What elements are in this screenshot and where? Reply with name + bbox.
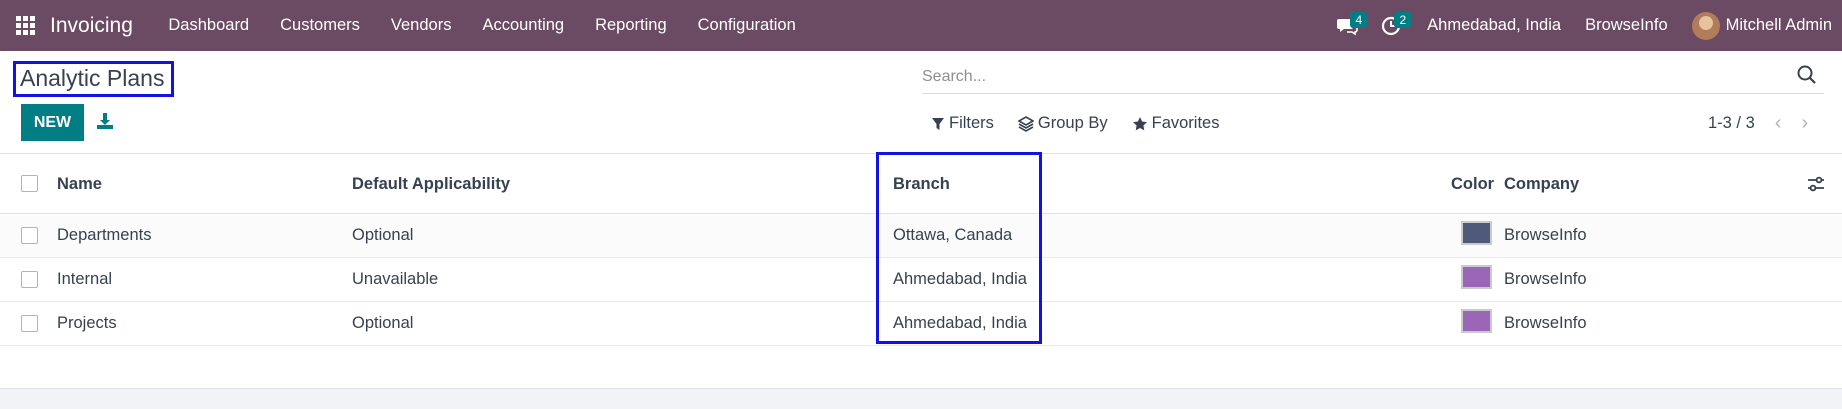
menu-accounting[interactable]: Accounting bbox=[467, 16, 580, 35]
activities-button[interactable]: 2 bbox=[1371, 0, 1412, 51]
column-company[interactable]: Company bbox=[1504, 175, 1579, 194]
pager-next-icon[interactable]: › bbox=[1801, 112, 1808, 135]
table-row[interactable]: Departments Optional Ottawa, Canada Brow… bbox=[0, 214, 1842, 258]
color-swatch bbox=[1461, 265, 1492, 289]
cell-branch: Ahmedabad, India bbox=[893, 270, 1027, 288]
menu-vendors[interactable]: Vendors bbox=[375, 16, 467, 35]
favorites-label: Favorites bbox=[1151, 114, 1220, 132]
messages-button[interactable]: 4 bbox=[1327, 0, 1368, 51]
search-bar bbox=[922, 61, 1824, 94]
column-branch[interactable]: Branch bbox=[893, 175, 950, 194]
list-view: Name Default Applicability Branch Color … bbox=[0, 154, 1842, 389]
apps-menu-icon[interactable] bbox=[0, 0, 50, 51]
select-all-checkbox[interactable] bbox=[21, 175, 38, 192]
company-switcher[interactable]: BrowseInfo bbox=[1573, 16, 1680, 35]
menu-configuration[interactable]: Configuration bbox=[682, 16, 811, 35]
cell-name: Departments bbox=[57, 226, 152, 244]
branch-switcher[interactable]: Ahmedabad, India bbox=[1415, 16, 1573, 35]
column-name[interactable]: Name bbox=[57, 175, 102, 194]
messages-count-badge: 4 bbox=[1350, 12, 1368, 28]
cell-branch: Ahmedabad, India bbox=[893, 314, 1027, 332]
filter-icon bbox=[932, 117, 944, 130]
pager-previous-icon[interactable]: ‹ bbox=[1775, 112, 1782, 135]
user-menu[interactable]: Mitchell Admin bbox=[1726, 16, 1842, 35]
row-checkbox[interactable] bbox=[21, 315, 38, 332]
app-name[interactable]: Invoicing bbox=[50, 14, 133, 38]
search-input[interactable] bbox=[922, 65, 1782, 89]
menu-customers[interactable]: Customers bbox=[265, 16, 376, 35]
cell-name: Projects bbox=[57, 314, 117, 332]
favorites-button[interactable]: Favorites bbox=[1132, 114, 1220, 133]
menu-reporting[interactable]: Reporting bbox=[580, 16, 683, 35]
column-default-applicability[interactable]: Default Applicability bbox=[352, 175, 510, 194]
top-navbar: Invoicing Dashboard Customers Vendors Ac… bbox=[0, 0, 1842, 51]
group-by-button[interactable]: Group By bbox=[1017, 114, 1108, 133]
page-title: Analytic Plans bbox=[20, 65, 165, 91]
table-row[interactable]: Projects Optional Ahmedabad, India Brows… bbox=[0, 302, 1842, 346]
user-avatar[interactable] bbox=[1691, 11, 1720, 40]
menu-dashboard[interactable]: Dashboard bbox=[153, 16, 265, 35]
row-checkbox[interactable] bbox=[21, 227, 38, 244]
pager-value[interactable]: 1-3 / 3 bbox=[1708, 114, 1755, 133]
cell-applicability: Optional bbox=[352, 314, 414, 332]
star-icon bbox=[1132, 116, 1147, 130]
cell-applicability: Optional bbox=[352, 226, 414, 244]
activities-count-badge: 2 bbox=[1394, 12, 1412, 28]
pager: 1-3 / 3 ‹ › bbox=[1708, 112, 1808, 135]
column-color[interactable]: Color bbox=[1451, 175, 1494, 194]
cell-company: BrowseInfo bbox=[1504, 226, 1587, 244]
download-icon[interactable] bbox=[95, 111, 115, 131]
layers-icon bbox=[1017, 115, 1034, 132]
optional-columns-icon[interactable] bbox=[1806, 174, 1826, 194]
filters-button[interactable]: Filters bbox=[931, 114, 994, 133]
color-swatch bbox=[1461, 221, 1492, 245]
color-swatch bbox=[1461, 309, 1492, 333]
cell-company: BrowseInfo bbox=[1504, 314, 1587, 332]
new-button[interactable]: NEW bbox=[21, 104, 84, 141]
cell-applicability: Unavailable bbox=[352, 270, 439, 288]
filters-label: Filters bbox=[949, 114, 994, 132]
table-row[interactable]: Internal Unavailable Ahmedabad, India Br… bbox=[0, 258, 1842, 302]
search-icon[interactable] bbox=[1796, 64, 1818, 86]
cell-name: Internal bbox=[57, 270, 113, 288]
group-by-label: Group By bbox=[1037, 114, 1108, 132]
table-header: Name Default Applicability Branch Color … bbox=[0, 154, 1842, 214]
cell-branch: Ottawa, Canada bbox=[893, 226, 1013, 244]
control-panel: Analytic Plans NEW Filters Group By Favo… bbox=[0, 51, 1842, 154]
search-options: Filters Group By Favorites bbox=[931, 114, 1243, 133]
row-checkbox[interactable] bbox=[21, 271, 38, 288]
cell-company: BrowseInfo bbox=[1504, 270, 1587, 288]
